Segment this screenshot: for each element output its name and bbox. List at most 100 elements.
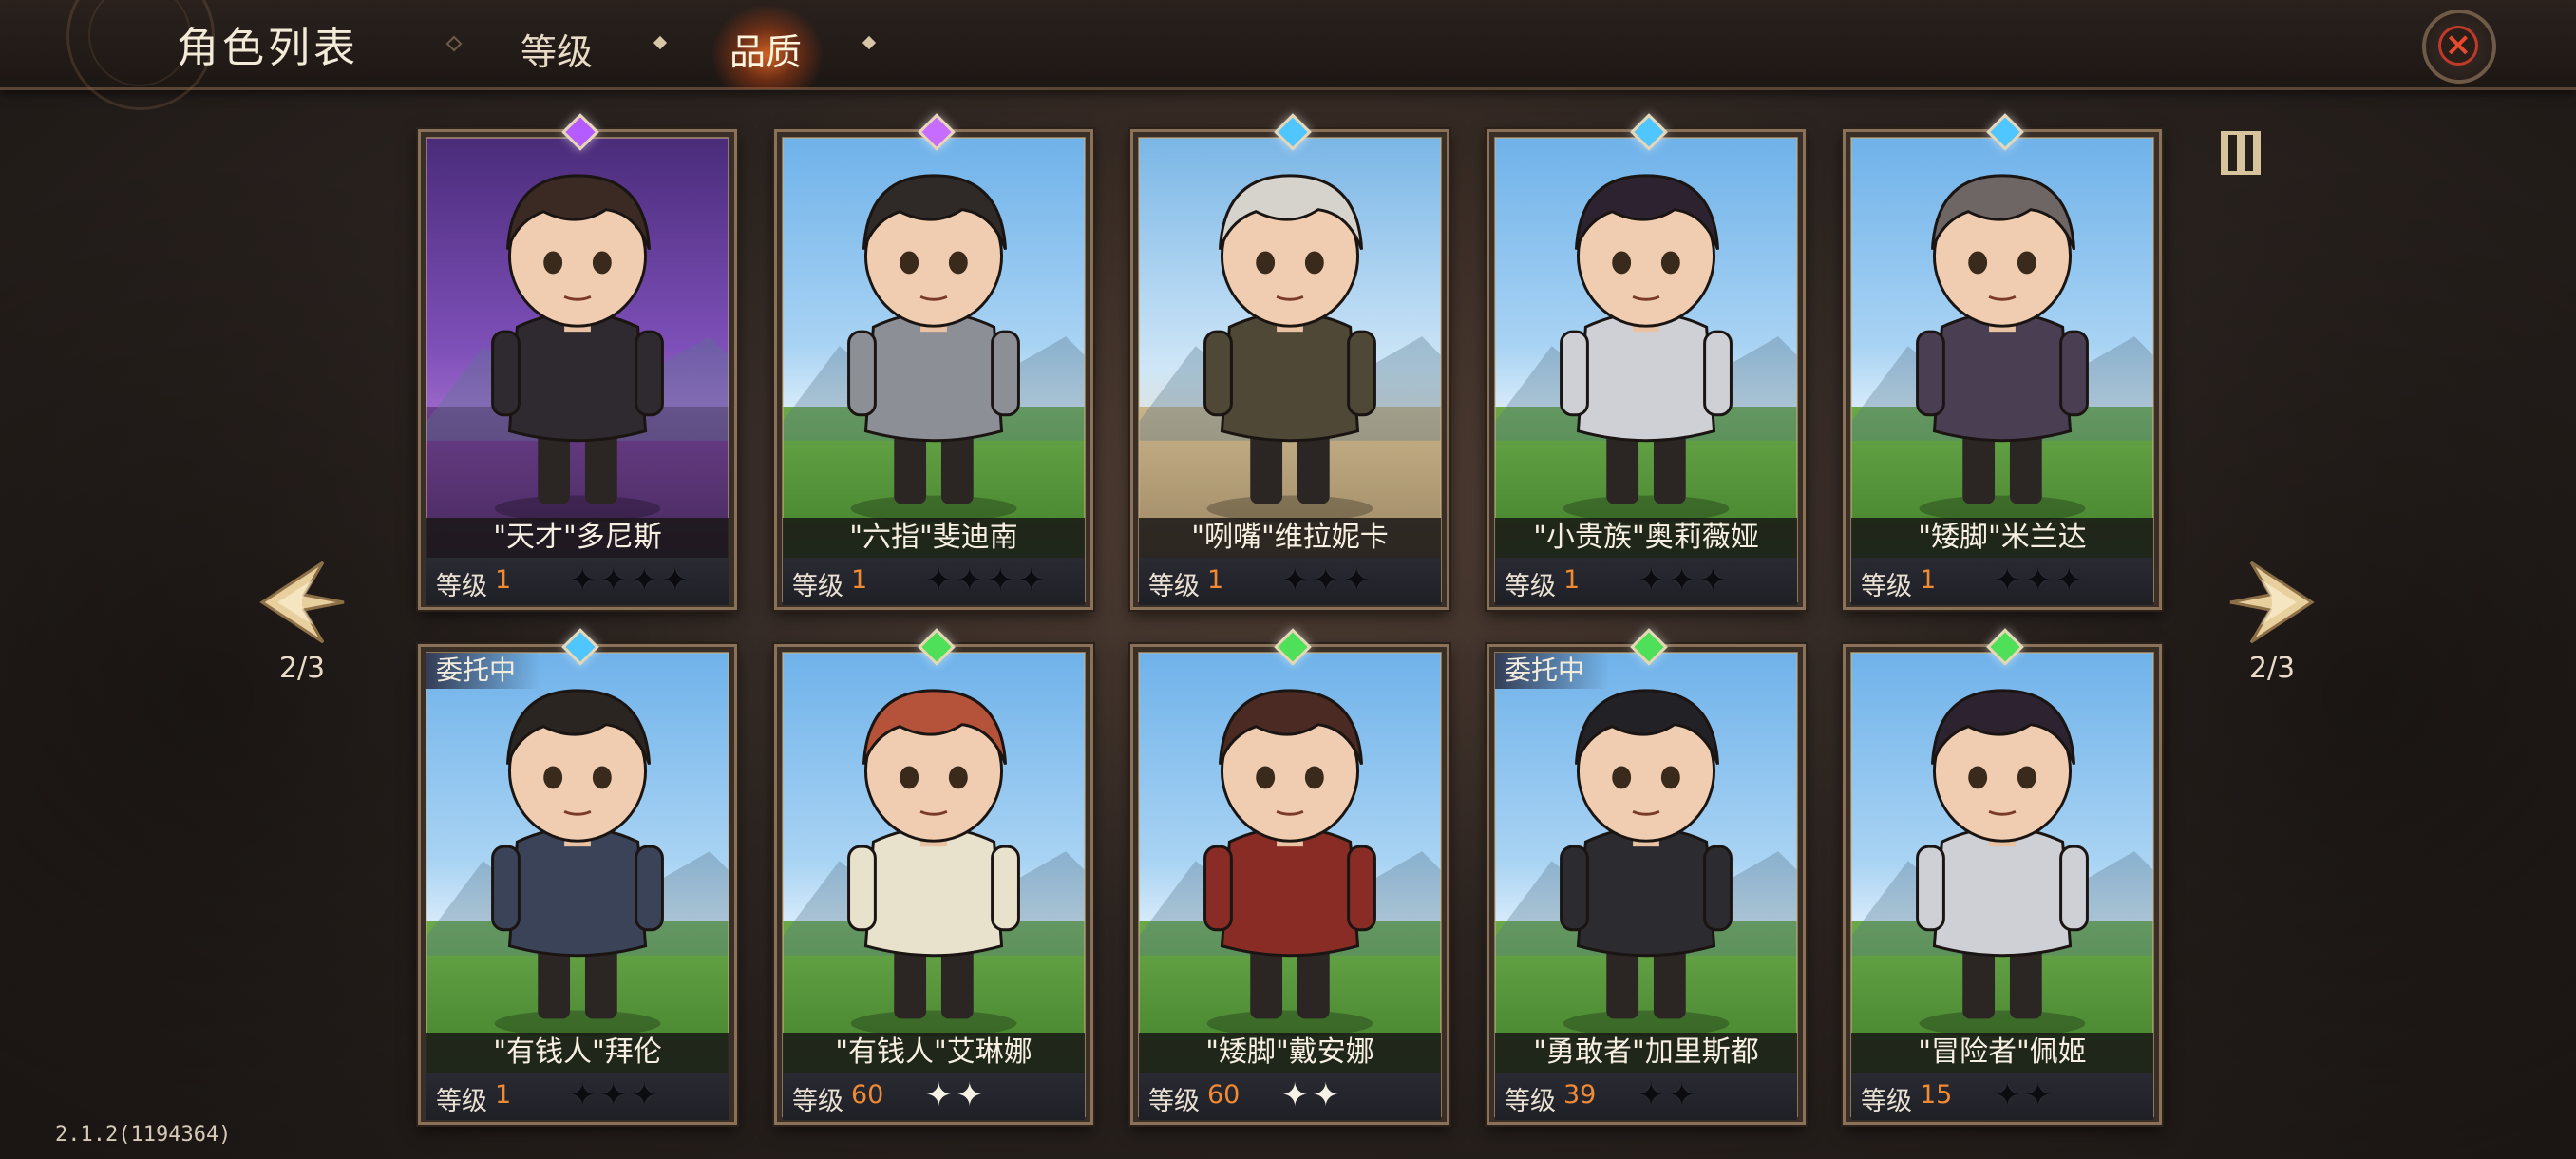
star-rating: ✦✦✦✦	[569, 561, 692, 599]
character-name: "矮脚"米兰达	[1851, 518, 2153, 558]
level-bar: 等级 1 ✦✦✦	[1495, 558, 1797, 605]
star-filled-icon: ✦	[925, 1076, 957, 1114]
level-value: 1	[495, 1080, 512, 1110]
character-name: "有钱人"拜伦	[426, 1033, 729, 1073]
columns-icon	[2221, 131, 2261, 175]
character-card[interactable]: "有钱人"艾琳娜 等级 60 ✦✦	[774, 628, 1093, 1125]
star-empty-icon: ✦	[631, 1076, 662, 1114]
level-label: 等级	[1505, 572, 1556, 601]
star-empty-icon: ✦	[661, 561, 692, 599]
star-empty-icon: ✦	[1312, 561, 1343, 599]
tab-quality[interactable]: 品质	[729, 23, 802, 75]
character-card[interactable]: "六指"斐迪南 等级 1 ✦✦✦✦	[774, 113, 1093, 610]
star-empty-icon: ✦	[569, 561, 600, 599]
level-value: 60	[1207, 1080, 1241, 1110]
arrow-left-icon	[259, 560, 345, 644]
star-empty-icon: ✦	[1281, 561, 1313, 599]
star-empty-icon: ✦	[925, 561, 957, 599]
star-rating: ✦✦✦	[569, 1076, 662, 1114]
level-bar: 等级 15 ✦✦	[1851, 1073, 2153, 1120]
tab-separator-icon	[862, 35, 877, 50]
star-empty-icon: ✦	[1343, 561, 1374, 599]
star-rating: ✦✦	[1994, 1076, 2055, 1114]
close-button[interactable]: ×	[2422, 10, 2496, 84]
character-card[interactable]: 委托中 "有钱人"拜伦 等级 1 ✦✦✦	[418, 628, 737, 1125]
close-icon: ×	[2438, 26, 2478, 66]
character-name: "天才"多尼斯	[426, 518, 729, 558]
arrow-right-icon	[2229, 560, 2315, 644]
status-badge: 委托中	[426, 653, 541, 689]
star-empty-icon: ✦	[1638, 1076, 1669, 1114]
character-card[interactable]: "小贵族"奥莉薇娅 等级 1 ✦✦✦	[1487, 113, 1806, 610]
character-name: "小贵族"奥莉薇娅	[1495, 518, 1797, 558]
star-rating: ✦✦	[1281, 1076, 1343, 1114]
star-empty-icon: ✦	[1638, 561, 1669, 599]
level-value: 15	[1920, 1080, 1953, 1110]
character-card[interactable]: "天才"多尼斯 等级 1 ✦✦✦✦	[418, 113, 737, 610]
character-card[interactable]: "矮脚"戴安娜 等级 60 ✦✦	[1130, 628, 1449, 1125]
level-value: 1	[1920, 565, 1937, 595]
character-card[interactable]: "冒险者"佩姬 等级 15 ✦✦	[1843, 628, 2162, 1125]
level-label: 等级	[1148, 1087, 1200, 1116]
level-bar: 等级 39 ✦✦	[1495, 1073, 1797, 1120]
page-indicator-left: 2/3	[278, 652, 326, 685]
star-filled-icon: ✦	[956, 1076, 987, 1114]
star-filled-icon: ✦	[1281, 1076, 1313, 1114]
level-label: 等级	[436, 572, 487, 601]
star-empty-icon: ✦	[1994, 1076, 2025, 1114]
tab-separator-icon	[653, 35, 668, 50]
filter-button[interactable]	[2211, 124, 2270, 182]
level-bar: 等级 1 ✦✦✦	[1139, 558, 1441, 605]
character-card[interactable]: "矮脚"米兰达 等级 1 ✦✦✦	[1843, 113, 2162, 610]
next-page-button[interactable]	[2226, 557, 2318, 648]
level-bar: 等级 60 ✦✦	[783, 1073, 1085, 1120]
level-value: 60	[851, 1080, 884, 1110]
character-name: "冒险者"佩姬	[1851, 1033, 2153, 1073]
star-empty-icon: ✦	[1668, 1076, 1699, 1114]
character-card[interactable]: "咧嘴"维拉妮卡 等级 1 ✦✦✦	[1130, 113, 1449, 610]
tab-separator-icon	[445, 35, 463, 52]
level-value: 1	[1207, 565, 1224, 595]
character-name: "咧嘴"维拉妮卡	[1139, 518, 1441, 558]
star-empty-icon: ✦	[956, 561, 987, 599]
character-name: "勇敢者"加里斯都	[1495, 1033, 1797, 1073]
level-bar: 等级 1 ✦✦✦	[1851, 558, 2153, 605]
level-label: 等级	[1148, 572, 1200, 601]
star-rating: ✦✦✦✦	[925, 561, 1049, 599]
star-empty-icon: ✦	[2024, 1076, 2055, 1114]
level-label: 等级	[792, 1087, 843, 1116]
star-rating: ✦✦✦	[1638, 561, 1731, 599]
level-label: 等级	[1861, 1087, 1912, 1116]
level-value: 1	[1563, 565, 1581, 595]
star-empty-icon: ✦	[1699, 561, 1731, 599]
star-rating: ✦✦✦	[1994, 561, 2087, 599]
star-empty-icon: ✦	[631, 561, 662, 599]
level-label: 等级	[1861, 572, 1912, 601]
star-empty-icon: ✦	[1994, 561, 2025, 599]
level-bar: 等级 1 ✦✦✦✦	[426, 558, 729, 605]
star-rating: ✦✦	[1638, 1076, 1699, 1114]
tab-level[interactable]: 等级	[521, 23, 593, 75]
character-name: "有钱人"艾琳娜	[783, 1033, 1085, 1073]
level-value: 1	[851, 565, 868, 595]
star-empty-icon: ✦	[1668, 561, 1699, 599]
star-empty-icon: ✦	[599, 1076, 631, 1114]
star-filled-icon: ✦	[1312, 1076, 1343, 1114]
character-name: "矮脚"戴安娜	[1139, 1033, 1441, 1073]
star-rating: ✦✦✦	[1281, 561, 1374, 599]
top-bar: 角色列表 等级 品质 ×	[0, 0, 2576, 110]
page-indicator-right: 2/3	[2248, 652, 2296, 685]
star-empty-icon: ✦	[2024, 561, 2055, 599]
level-bar: 等级 60 ✦✦	[1139, 1073, 1441, 1120]
level-label: 等级	[1505, 1087, 1556, 1116]
star-empty-icon: ✦	[2055, 561, 2087, 599]
previous-page-button[interactable]	[256, 557, 348, 648]
level-label: 等级	[792, 572, 843, 601]
star-rating: ✦✦	[925, 1076, 987, 1114]
version-label: 2.1.2(1194364)	[55, 1123, 232, 1147]
level-value: 1	[495, 565, 512, 595]
character-card[interactable]: 委托中 "勇敢者"加里斯都 等级 39 ✦✦	[1487, 628, 1806, 1125]
page-title: 角色列表	[177, 24, 359, 72]
star-empty-icon: ✦	[987, 561, 1018, 599]
star-empty-icon: ✦	[1017, 561, 1049, 599]
